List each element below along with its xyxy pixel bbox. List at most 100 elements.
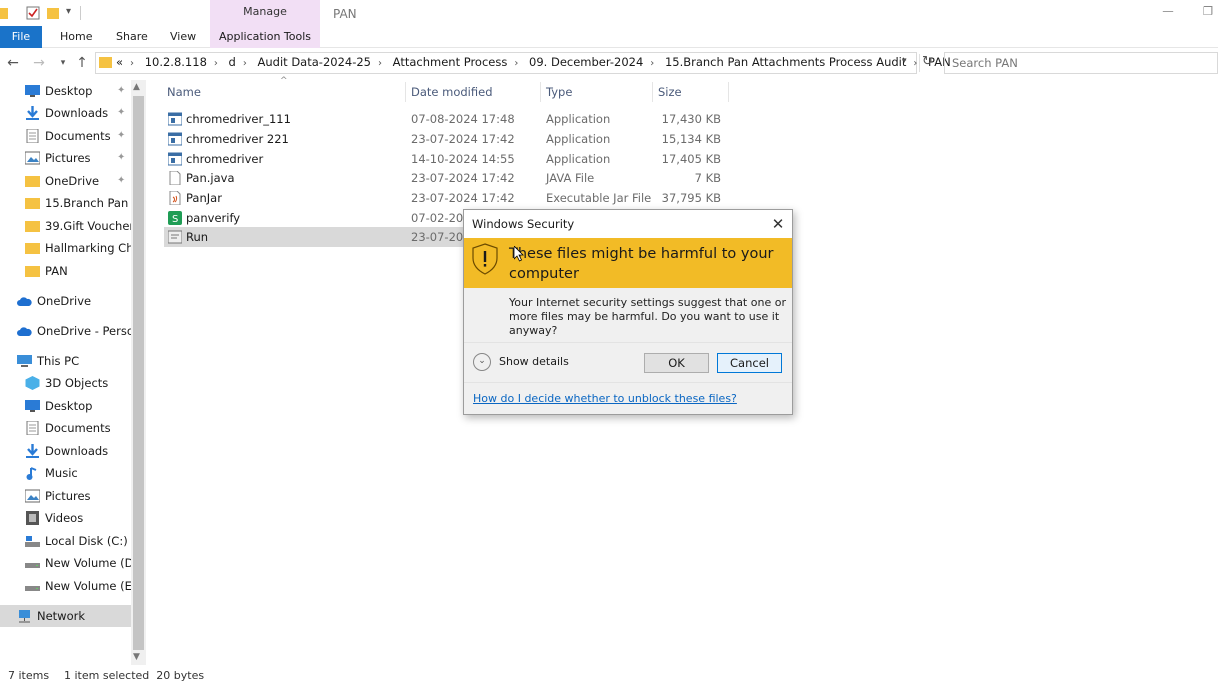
nav-item-pan[interactable]: PAN (0, 260, 131, 282)
pin-icon: ✦ (117, 175, 126, 186)
tab-share[interactable]: Share (116, 26, 148, 48)
breadcrumb-item[interactable]: d (229, 52, 236, 73)
nav-item-music[interactable]: Music (0, 462, 131, 484)
nav-item-new-volume-e[interactable]: New Volume (E:) (0, 575, 131, 597)
nav-scrollbar-thumb[interactable] (133, 96, 144, 650)
nav-item-local-disk-c[interactable]: Local Disk (C:) (0, 530, 131, 552)
show-details-toggle[interactable]: Show details (499, 355, 569, 368)
nav-item-onedrive-personal[interactable]: OneDrive - Persona (0, 320, 131, 342)
breadcrumb-item[interactable]: 09. December-2024 (529, 52, 643, 73)
folder-icon (0, 8, 8, 19)
breadcrumb-item[interactable]: 15.Branch Pan Attachments Process Audit (665, 52, 906, 73)
tab-file[interactable]: File (0, 26, 42, 48)
folder-icon (25, 176, 40, 187)
chevron-right-icon[interactable]: › (214, 53, 218, 74)
chevron-right-icon[interactable]: › (913, 53, 917, 74)
file-row[interactable]: Pan.java 23-07-2024 17:42 JAVA File 7 KB (164, 168, 730, 188)
nav-item-downloads[interactable]: Downloads (0, 440, 131, 462)
application-icon (168, 112, 182, 126)
refresh-button[interactable]: ↻ (919, 54, 935, 72)
nav-item-network[interactable]: Network (0, 605, 131, 627)
column-divider[interactable] (540, 82, 541, 102)
onedrive-cloud-icon (17, 297, 32, 306)
column-header-date[interactable]: Date modified (411, 82, 493, 104)
file-row[interactable]: chromedriver_111 07-08-2024 17:48 Applic… (164, 109, 730, 129)
back-button[interactable]: ← (5, 55, 21, 71)
nav-item-3d-objects[interactable]: 3D Objects (0, 372, 131, 394)
properties-icon[interactable] (26, 6, 40, 20)
new-folder-icon[interactable] (46, 6, 60, 20)
column-divider[interactable] (728, 82, 729, 102)
help-link[interactable]: How do I decide whether to unblock these… (473, 392, 737, 405)
chevron-down-icon[interactable]: ⌄ (473, 353, 491, 371)
documents-icon (26, 129, 39, 143)
search-input[interactable]: Search PAN (944, 52, 1218, 74)
java-file-icon (169, 171, 181, 185)
breadcrumb-overflow[interactable]: « (116, 52, 123, 73)
nav-item-folder[interactable]: 39.Gift Voucher C (0, 215, 131, 237)
breadcrumb-item[interactable]: 10.2.8.118 (145, 52, 207, 73)
nav-label: 15.Branch Pan Atta (45, 196, 131, 210)
recent-locations-icon[interactable]: ▾ (55, 55, 71, 71)
nav-label: Network (37, 609, 86, 623)
nav-item-desktop[interactable]: Desktop ✦ (0, 80, 131, 102)
restore-button[interactable]: ❐ (1198, 4, 1218, 22)
sort-ascending-icon: ^ (280, 76, 288, 86)
jar-file-icon (169, 191, 181, 205)
nav-item-onedrive-folder[interactable]: OneDrive ✦ (0, 170, 131, 192)
tab-manage[interactable]: Manage (210, 0, 320, 26)
breadcrumb-item[interactable]: Audit Data-2024-25 (258, 52, 371, 73)
column-header-type[interactable]: Type (546, 82, 572, 104)
close-button[interactable]: ✕ (768, 214, 788, 234)
up-button[interactable]: ↑ (74, 55, 90, 71)
pin-icon: ✦ (117, 85, 126, 96)
nav-label: Pictures (45, 151, 91, 165)
dialog-message: Your Internet security settings suggest … (509, 296, 786, 337)
nav-label: Local Disk (C:) (45, 534, 128, 548)
chevron-right-icon[interactable]: › (514, 53, 518, 74)
chevron-right-icon[interactable]: › (378, 53, 382, 74)
nav-item-pictures[interactable]: Pictures ✦ (0, 147, 131, 169)
breadcrumb-item[interactable]: Attachment Process (393, 52, 508, 73)
chevron-right-icon[interactable]: › (243, 53, 247, 74)
file-type: Executable Jar File (546, 191, 652, 205)
file-size: 7 KB (694, 171, 721, 185)
scroll-down-icon[interactable]: ▼ (133, 652, 140, 662)
tab-home[interactable]: Home (60, 26, 92, 48)
nav-item-this-pc[interactable]: This PC (0, 350, 131, 372)
nav-item-new-volume-d[interactable]: New Volume (D:) (0, 552, 131, 574)
tab-application-tools[interactable]: Application Tools (210, 26, 320, 48)
network-icon (19, 610, 30, 623)
file-size: 15,134 KB (661, 132, 721, 146)
nav-label: This PC (37, 354, 80, 368)
column-header-name[interactable]: Name (167, 82, 201, 104)
forward-button[interactable]: → (31, 55, 47, 71)
column-divider[interactable] (652, 82, 653, 102)
nav-item-folder[interactable]: Hallmarking Chec (0, 237, 131, 259)
file-row[interactable]: chromedriver 14-10-2024 14:55 Applicatio… (164, 149, 730, 169)
nav-item-videos[interactable]: Videos (0, 507, 131, 529)
status-bar: 7 items 1 item selected 20 bytes (0, 666, 1218, 687)
customize-qat-icon[interactable]: ▾ (66, 6, 71, 17)
nav-item-documents[interactable]: Documents ✦ (0, 125, 131, 147)
tab-view[interactable]: View (170, 26, 196, 48)
address-dropdown-icon[interactable]: ▾ (902, 56, 907, 66)
minimize-button[interactable]: — (1158, 4, 1178, 22)
folder-icon (25, 221, 40, 232)
nav-item-onedrive[interactable]: OneDrive (0, 290, 131, 312)
nav-item-desktop[interactable]: Desktop (0, 395, 131, 417)
file-row[interactable]: PanJar 23-07-2024 17:42 Executable Jar F… (164, 188, 730, 208)
ok-button[interactable]: OK (644, 353, 709, 373)
cancel-button[interactable]: Cancel (717, 353, 782, 373)
scroll-up-icon[interactable]: ▲ (133, 82, 140, 92)
dialog-heading: These files might be harmful to your com… (509, 246, 774, 282)
nav-item-downloads[interactable]: Downloads ✦ (0, 102, 131, 124)
nav-item-pictures[interactable]: Pictures (0, 485, 131, 507)
chevron-right-icon[interactable]: › (650, 53, 654, 74)
file-row[interactable]: chromedriver 221 23-07-2024 17:42 Applic… (164, 129, 730, 149)
column-divider[interactable] (405, 82, 406, 102)
nav-item-folder[interactable]: 15.Branch Pan Atta (0, 192, 131, 214)
nav-item-documents[interactable]: Documents (0, 417, 131, 439)
qat-divider (80, 6, 81, 20)
column-header-size[interactable]: Size (658, 82, 682, 104)
